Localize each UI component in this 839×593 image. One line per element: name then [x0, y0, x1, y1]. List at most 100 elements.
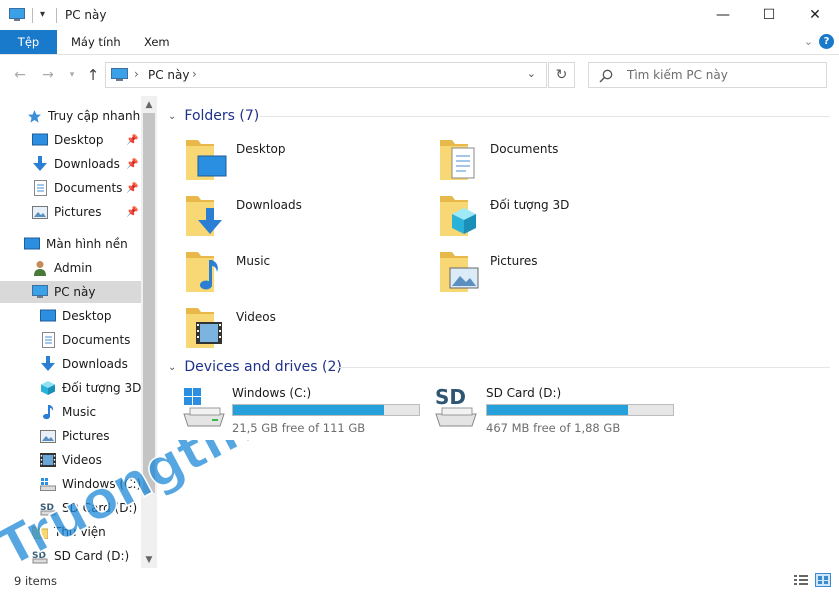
tab-file[interactable]: Tệp — [0, 30, 57, 54]
pin-icon[interactable]: 📌 — [126, 183, 138, 194]
search-box[interactable] — [588, 62, 827, 88]
film-strip-icon — [40, 452, 56, 468]
sidebar-item-label: Pictures — [54, 205, 102, 219]
folder-label: Pictures — [490, 254, 538, 268]
pin-icon[interactable]: 📌 — [126, 159, 138, 170]
folder-3d-objects[interactable]: Đối tượng 3D — [438, 192, 678, 242]
pin-icon[interactable]: 📌 — [126, 135, 138, 146]
drives-group-title: Devices and drives (2) — [184, 359, 342, 375]
help-icon[interactable]: ? — [819, 34, 834, 49]
folders-group-header[interactable]: ⌄ Folders (7) — [168, 106, 259, 126]
group-divider — [336, 367, 830, 368]
minimize-button[interactable]: — — [700, 0, 746, 30]
up-arrow-icon[interactable]: ↑ — [83, 65, 103, 85]
sidebar-item-pc-desktop[interactable]: Desktop — [40, 305, 112, 327]
refresh-icon[interactable]: ↻ — [548, 62, 575, 88]
title-separator — [56, 8, 57, 23]
quick-access-dropdown-icon[interactable]: ▾ — [40, 9, 45, 20]
this-pc-icon — [32, 284, 48, 300]
breadcrumb-chevron-icon[interactable]: › — [134, 67, 139, 81]
sidebar-item-pc-documents[interactable]: Documents — [40, 329, 130, 351]
sidebar-item-downloads[interactable]: Downloads — [32, 153, 120, 175]
drive-usage-fill — [233, 405, 384, 415]
sidebar-item-label: Màn hình nền — [46, 237, 128, 251]
desktop-icon — [40, 308, 56, 324]
search-icon — [599, 69, 613, 83]
expand-ribbon-icon[interactable]: ⌄ — [804, 35, 813, 48]
address-dropdown-icon[interactable]: ⌄ — [527, 67, 536, 80]
sidebar-item-label: Documents — [54, 181, 123, 195]
sidebar-item-label: Đối tượng 3D — [62, 381, 142, 395]
desktop-icon — [32, 132, 48, 148]
tab-computer[interactable]: Máy tính — [59, 30, 133, 54]
cube-3d-icon — [40, 380, 56, 396]
tab-view[interactable]: Xem — [132, 30, 182, 54]
scroll-up-arrow-icon[interactable]: ▲ — [141, 97, 157, 113]
sidebar-item-documents[interactable]: Documents — [32, 177, 122, 199]
folder-documents[interactable]: Documents — [438, 136, 678, 186]
music-folder-icon — [186, 252, 218, 292]
folder-music[interactable]: Music — [184, 248, 424, 298]
sidebar-item-quick-access[interactable]: Truy cập nhanh — [26, 105, 140, 127]
sidebar-item-label: Music — [62, 405, 97, 419]
folder-videos[interactable]: Videos — [184, 304, 424, 354]
group-divider — [260, 116, 830, 117]
videos-folder-icon — [186, 308, 222, 348]
scroll-down-arrow-icon[interactable]: ▼ — [141, 552, 157, 568]
details-view-icon[interactable] — [793, 573, 809, 587]
sidebar-item-label: Videos — [62, 453, 102, 467]
drive-sd-card-d[interactable]: SD SD Card (D:) 467 MB free of 1,88 GB — [434, 384, 694, 435]
sidebar-item-pc-music[interactable]: Music — [40, 401, 96, 423]
sidebar-item-pc-sd-card[interactable]: SD SD Card (D:) — [40, 497, 137, 519]
sidebar-item-sd-card[interactable]: SD SD Card (D:) — [32, 545, 129, 567]
status-bar: 9 items — [0, 570, 839, 593]
collapse-chevron-icon[interactable]: ⌄ — [168, 111, 176, 122]
3d-objects-folder-icon — [440, 196, 476, 236]
breadcrumb-this-pc[interactable]: PC này — [148, 68, 190, 82]
pictures-folder-icon — [440, 252, 479, 292]
drive-windows-c[interactable]: Windows (C:) 21,5 GB free of 111 GB — [180, 384, 440, 435]
folder-desktop[interactable]: Desktop — [184, 136, 424, 186]
sidebar-item-libraries[interactable]: Thư viện — [32, 521, 106, 543]
breadcrumb-chevron-icon[interactable]: › — [192, 67, 197, 81]
sidebar-item-pc-downloads[interactable]: Downloads — [40, 353, 128, 375]
library-folder-icon — [32, 524, 48, 540]
sidebar-item-desktop-root[interactable]: Màn hình nền — [24, 233, 128, 255]
title-separator — [32, 8, 33, 23]
pin-icon[interactable]: 📌 — [126, 207, 138, 218]
pictures-icon — [32, 204, 48, 220]
sidebar-item-pc-pictures[interactable]: Pictures — [40, 425, 110, 447]
folder-label: Đối tượng 3D — [490, 198, 570, 212]
sidebar-item-label: Truy cập nhanh — [48, 109, 141, 123]
sidebar-item-label: Pictures — [62, 429, 110, 443]
scrollbar-thumb[interactable] — [143, 113, 155, 493]
close-button[interactable]: ✕ — [792, 0, 838, 30]
sidebar-item-pc-windows-c[interactable]: Windows (C:) — [40, 473, 141, 495]
forward-arrow-icon[interactable]: → — [38, 65, 58, 85]
collapse-chevron-icon[interactable]: ⌄ — [168, 362, 176, 373]
back-arrow-icon[interactable]: ← — [10, 65, 30, 85]
folder-label: Desktop — [236, 142, 286, 156]
sidebar-item-label: Windows (C:) — [62, 477, 142, 491]
folder-downloads[interactable]: Downloads — [184, 192, 424, 242]
sidebar-item-admin[interactable]: Admin — [32, 257, 92, 279]
sidebar-item-this-pc[interactable]: PC này — [0, 281, 141, 303]
drives-group-header[interactable]: ⌄ Devices and drives (2) — [168, 357, 342, 377]
search-input[interactable] — [627, 66, 822, 84]
address-bar[interactable]: › PC này › ⌄ — [105, 62, 547, 88]
folder-label: Documents — [490, 142, 559, 156]
sidebar-item-desktop[interactable]: Desktop — [32, 129, 104, 151]
maximize-button[interactable]: ☐ — [746, 0, 792, 30]
sidebar-item-pc-videos[interactable]: Videos — [40, 449, 102, 471]
recent-locations-icon[interactable]: ▾ — [62, 65, 82, 85]
sidebar-item-pc-3d-objects[interactable]: Đối tượng 3D — [40, 377, 141, 399]
folder-pictures[interactable]: Pictures — [438, 248, 678, 298]
drive-free-space: 467 MB free of 1,88 GB — [486, 421, 621, 435]
large-icons-view-icon[interactable] — [815, 573, 831, 587]
this-pc-icon[interactable] — [9, 8, 25, 22]
window-title: PC này — [65, 8, 107, 22]
item-count: 9 items — [14, 574, 57, 588]
user-icon — [32, 260, 48, 276]
desktop-icon — [24, 236, 40, 252]
sidebar-item-pictures[interactable]: Pictures — [32, 201, 102, 223]
